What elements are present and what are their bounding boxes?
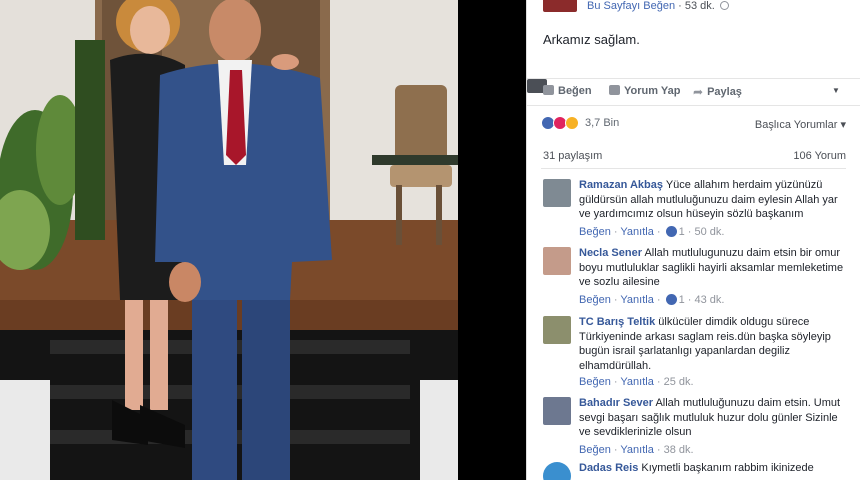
comment-body: Ramazan Akbaş Yüce allahım herdaim yüzün… [579, 178, 848, 222]
facebook-post-panel: Bu Sayfayı Beğen · 53 dk. Arkamız sağlam… [526, 0, 860, 480]
post-actions-bar: Beğen Yorum Yap ➦ Paylaş ▼ [527, 78, 860, 106]
comment-time[interactable]: 50 dk. [695, 226, 725, 238]
post-photo[interactable] [0, 0, 458, 480]
like-count-icon [665, 294, 677, 305]
comment-body: Dadas Reis Kıymetli başkanım rabbim ikin… [579, 461, 848, 476]
commenter-name[interactable]: Dadas Reis [579, 462, 638, 474]
comment-body: TC Barış Teltik ülkücüler dimdik oldugu … [579, 315, 848, 373]
comment-like-count[interactable]: 1 [679, 294, 685, 306]
comment-body: Bahadır Sever Allah mutluluğunuzu daim e… [579, 396, 848, 440]
comment-time[interactable]: 25 dk. [664, 376, 694, 388]
post-time[interactable]: 53 dk. [685, 0, 715, 12]
comment-reply-link[interactable]: Yanıtla [620, 294, 653, 306]
comment-meta: Beğen · Yanıtla · 1 · 43 dk. [579, 294, 725, 306]
commenter-avatar[interactable] [543, 247, 571, 275]
comment-time[interactable]: 38 dk. [664, 444, 694, 456]
comment-reply-link[interactable]: Yanıtla [620, 376, 653, 388]
commenter-avatar[interactable] [543, 179, 571, 207]
comment-count[interactable]: 106 Yorum [793, 150, 846, 162]
comment-meta: Beğen · Yanıtla · 1 · 50 dk. [579, 226, 725, 238]
comment-like-count[interactable]: 1 [679, 226, 685, 238]
commenter-name[interactable]: Ramazan Akbaş [579, 179, 663, 191]
share-arrow-icon: ➦ [693, 85, 704, 99]
comment-meta: Beğen · Yanıtla · 25 dk. [579, 376, 694, 388]
commenter-name[interactable]: Necla Sener [579, 247, 642, 259]
divider [541, 168, 846, 169]
share-button[interactable]: ➦ Paylaş [693, 85, 742, 99]
post-header-text: Bu Sayfayı Beğen · 53 dk. [587, 0, 729, 12]
like-button[interactable]: Beğen [543, 85, 592, 97]
commenter-avatar[interactable] [543, 316, 571, 344]
share-count[interactable]: 31 paylaşım [543, 150, 602, 162]
post-header: Bu Sayfayı Beğen · 53 dk. [527, 0, 860, 16]
commenter-name[interactable]: Bahadır Sever [579, 397, 653, 409]
comment-label: Yorum Yap [624, 85, 681, 97]
post-text: Arkamız sağlam. [543, 32, 640, 47]
comment-meta: Beğen · Yanıtla · 38 dk. [579, 444, 694, 456]
comment-like-link[interactable]: Beğen [579, 294, 611, 306]
comment-time[interactable]: 43 dk. [695, 294, 725, 306]
commenter-name[interactable]: TC Barış Teltik [579, 316, 655, 328]
globe-icon [719, 1, 729, 10]
comment-sort-dropdown[interactable]: Başlıca Yorumlar ▾ [755, 118, 846, 131]
commenter-avatar[interactable] [543, 462, 571, 480]
comment-reply-link[interactable]: Yanıtla [620, 444, 653, 456]
separator: · [678, 0, 682, 12]
like-page-link[interactable]: Bu Sayfayı Beğen [587, 0, 675, 12]
page-avatar[interactable] [543, 0, 577, 12]
chevron-down-icon[interactable]: ▼ [832, 86, 840, 95]
comment-button[interactable]: Yorum Yap [609, 85, 680, 97]
commenter-avatar[interactable] [543, 397, 571, 425]
reactions-row: 3,7 Bin Başlıca Yorumlar ▾ [527, 114, 860, 134]
comment-reply-link[interactable]: Yanıtla [620, 226, 653, 238]
like-label: Beğen [558, 85, 592, 97]
photo-illustration [0, 0, 458, 480]
photo-viewer [0, 0, 526, 480]
comment-sort-label: Başlıca Yorumlar [754, 119, 838, 131]
share-label: Paylaş [707, 86, 742, 98]
comment-icon [609, 85, 620, 95]
haha-reaction-icon[interactable] [565, 116, 579, 130]
comment-like-link[interactable]: Beğen [579, 226, 611, 238]
comment-text: Kıymetli başkanım rabbim ikinizede [641, 462, 814, 474]
reaction-count[interactable]: 3,7 Bin [585, 117, 619, 129]
thumbs-up-icon [543, 85, 554, 95]
like-count-icon [665, 226, 677, 237]
comment-body: Necla Sener Allah mutlulugunuzu daim ets… [579, 246, 848, 290]
comment-like-link[interactable]: Beğen [579, 444, 611, 456]
caret-down-icon: ▾ [840, 119, 846, 131]
post-stats: 31 paylaşım 106 Yorum [527, 150, 860, 166]
comment-like-link[interactable]: Beğen [579, 376, 611, 388]
